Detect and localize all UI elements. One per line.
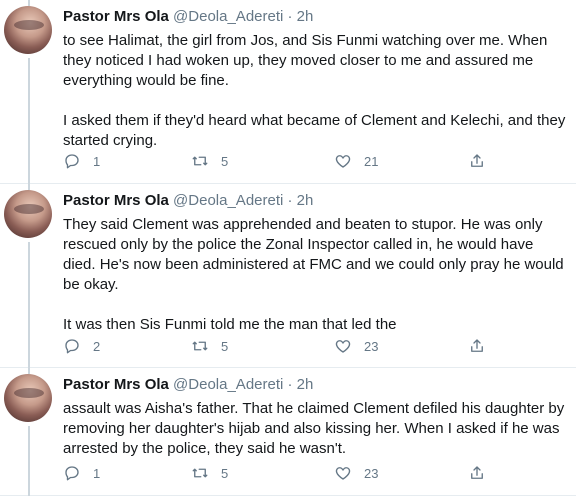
reply-button[interactable]: 2 (63, 337, 100, 355)
reply-icon (65, 154, 79, 169)
retweet-icon (192, 468, 208, 478)
reply-button[interactable]: 1 (63, 152, 100, 170)
share-button[interactable] (468, 337, 486, 355)
reply-button[interactable]: 1 (63, 464, 100, 482)
tweet-3[interactable]: Pastor Mrs Ola @Deola_Adereti · 2h assau… (0, 368, 576, 496)
author-name[interactable]: Pastor Mrs Ola (63, 192, 169, 209)
retweet-count: 5 (221, 465, 229, 481)
like-button[interactable]: 21 (334, 152, 378, 170)
like-button[interactable]: 23 (334, 464, 378, 482)
thread-line (28, 58, 30, 184)
tweet-actions: 1 5 23 (63, 464, 513, 484)
tweet-text: They said Clement was apprehended and be… (63, 215, 568, 335)
like-count: 23 (364, 465, 379, 481)
author-name[interactable]: Pastor Mrs Ola (63, 376, 169, 393)
tweet-1[interactable]: Pastor Mrs Ola @Deola_Adereti · 2h to se… (0, 0, 576, 184)
author-name[interactable]: Pastor Mrs Ola (63, 8, 169, 25)
heart-icon (335, 155, 351, 168)
reply-count: 2 (93, 338, 101, 354)
retweet-button[interactable]: 5 (191, 464, 228, 482)
avatar[interactable] (4, 190, 52, 238)
thread-line (28, 426, 30, 496)
author-handle-time[interactable]: @Deola_Adereti · 2h (173, 8, 313, 25)
tweet-actions: 2 5 23 (63, 337, 513, 357)
thread-line (28, 242, 30, 368)
retweet-count: 5 (221, 338, 229, 354)
tweet-text: to see Halimat, the girl from Jos, and S… (63, 31, 568, 151)
tweet-2[interactable]: Pastor Mrs Ola @Deola_Adereti · 2h They … (0, 184, 576, 368)
avatar[interactable] (4, 374, 52, 422)
tweet-paragraph: They said Clement was apprehended and be… (63, 216, 564, 293)
share-button[interactable] (468, 152, 486, 170)
reply-count: 1 (93, 153, 101, 169)
tweet-header: Pastor Mrs Ola @Deola_Adereti · 2h (63, 191, 313, 211)
share-icon (471, 154, 483, 167)
author-handle-time[interactable]: @Deola_Adereti · 2h (173, 192, 313, 209)
reply-icon (65, 466, 79, 481)
avatar[interactable] (4, 6, 52, 54)
reply-count: 1 (93, 465, 101, 481)
retweet-icon (192, 341, 208, 351)
retweet-icon (192, 156, 208, 166)
like-button[interactable]: 23 (334, 337, 378, 355)
like-count: 23 (364, 338, 379, 354)
share-button[interactable] (468, 464, 486, 482)
retweet-button[interactable]: 5 (191, 152, 228, 170)
heart-icon (335, 467, 351, 480)
tweet-paragraph: to see Halimat, the girl from Jos, and S… (63, 32, 548, 89)
tweet-paragraph: assault was Aisha's father. That he clai… (63, 400, 565, 457)
tweet-text: assault was Aisha's father. That he clai… (63, 399, 568, 459)
like-count: 21 (364, 153, 379, 169)
reply-icon (65, 339, 79, 354)
tweet-header: Pastor Mrs Ola @Deola_Adereti · 2h (63, 7, 313, 27)
tweet-actions: 1 5 21 (63, 152, 513, 172)
heart-icon (335, 340, 351, 353)
tweet-paragraph: I asked them if they'd heard what became… (63, 112, 566, 149)
share-icon (471, 466, 483, 479)
share-icon (471, 339, 483, 352)
author-handle-time[interactable]: @Deola_Adereti · 2h (173, 376, 313, 393)
retweet-button[interactable]: 5 (191, 337, 228, 355)
retweet-count: 5 (221, 153, 229, 169)
tweet-paragraph: It was then Sis Funmi told me the man th… (63, 316, 397, 333)
tweet-header: Pastor Mrs Ola @Deola_Adereti · 2h (63, 375, 313, 395)
